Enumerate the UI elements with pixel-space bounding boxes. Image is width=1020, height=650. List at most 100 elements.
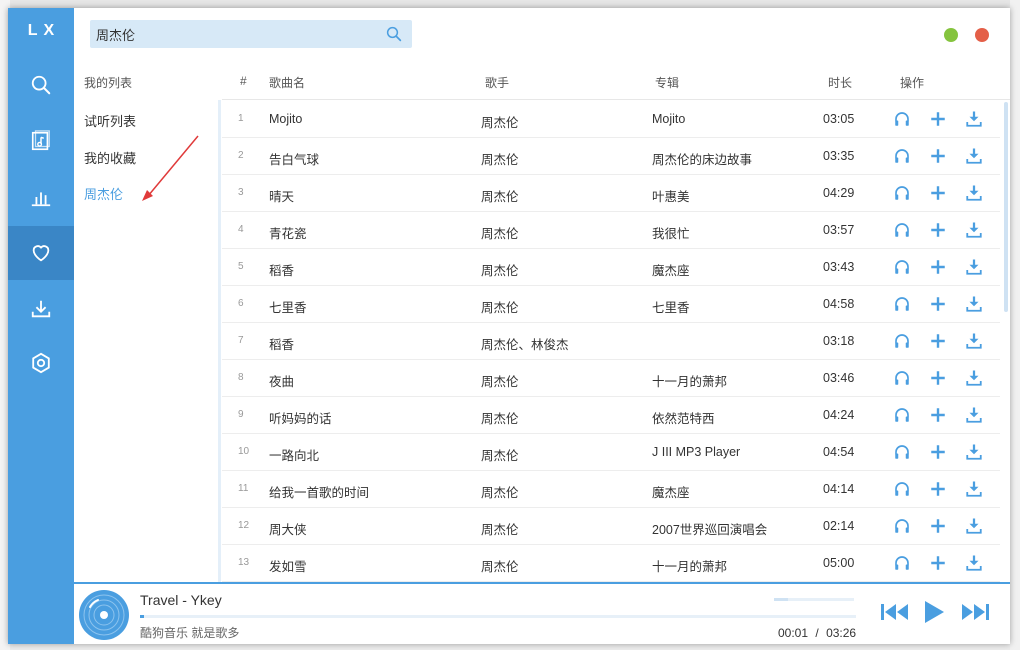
download-song-button[interactable] [964,109,984,129]
download-song-button[interactable] [964,405,984,425]
app-window: LX 我的列表 试听列表 我的 [8,8,1010,644]
rail-leaderboard-button[interactable] [8,170,74,224]
prev-button[interactable] [878,598,912,626]
table-row[interactable]: 5 稻香 周杰伦 魔杰座 03:43 [222,249,1000,286]
play-song-button[interactable] [892,331,912,351]
row-actions [892,331,984,351]
play-song-button[interactable] [892,146,912,166]
download-song-button[interactable] [964,331,984,351]
row-singer: 周杰伦 [481,301,519,315]
table-row[interactable]: 8 夜曲 周杰伦 十一月的萧邦 03:46 [222,360,1000,397]
add-song-button[interactable] [928,368,948,388]
hexagon-settings-icon [32,352,50,374]
desktop-background-right [1010,0,1020,650]
play-song-button[interactable] [892,479,912,499]
table-row[interactable]: 11 给我一首歌的时间 周杰伦 魔杰座 04:14 [222,471,1000,508]
row-actions [892,257,984,277]
add-song-button[interactable] [928,294,948,314]
add-song-button[interactable] [928,516,948,536]
add-song-button[interactable] [928,257,948,277]
next-button[interactable] [958,598,992,626]
add-song-button[interactable] [928,405,948,425]
row-duration: 03:18 [823,334,855,348]
download-song-button[interactable] [964,442,984,462]
search-button[interactable] [380,20,408,48]
add-song-button[interactable] [928,479,948,499]
row-actions [892,516,984,536]
table-row[interactable]: 3 晴天 周杰伦 叶惠美 04:29 [222,175,1000,212]
download-song-button[interactable] [964,516,984,536]
add-song-button[interactable] [928,553,948,573]
rail-download-button[interactable] [8,282,74,336]
table-row[interactable]: 9 听妈妈的话 周杰伦 依然范特西 04:24 [222,397,1000,434]
add-icon [931,556,945,570]
close-button[interactable] [975,28,989,42]
row-singer: 周杰伦 [481,412,519,426]
table-scrollbar[interactable] [1004,102,1008,312]
header-ops: 操作 [900,76,925,90]
play-song-button[interactable] [892,405,912,425]
play-song-button[interactable] [892,257,912,277]
play-song-button[interactable] [892,183,912,203]
row-num: 6 [238,298,244,309]
table-row[interactable]: 1 Mojito 周杰伦 Mojito 03:05 [222,101,1000,138]
headphones-icon [895,556,909,570]
rail-mylist-button[interactable] [8,226,74,280]
rail-settings-button[interactable] [8,336,74,390]
row-duration: 03:05 [823,112,855,126]
row-song-name: 一路向北 [269,449,320,463]
table-row[interactable]: 2 告白气球 周杰伦 周杰伦的床边故事 03:35 [222,138,1000,175]
add-song-button[interactable] [928,331,948,351]
row-singer: 周杰伦 [481,560,519,574]
play-song-button[interactable] [892,220,912,240]
row-album: 七里香 [652,301,690,315]
play-song-button[interactable] [892,442,912,462]
minimize-button[interactable] [944,28,958,42]
search-input[interactable] [90,20,380,48]
add-song-button[interactable] [928,220,948,240]
row-duration: 03:46 [823,371,855,385]
download-song-button[interactable] [964,257,984,277]
play-song-button[interactable] [892,294,912,314]
progress-bar[interactable] [140,615,856,618]
rail-songlist-button[interactable] [8,114,74,168]
add-icon [931,149,945,163]
volume-fill [774,598,789,601]
add-icon [931,334,945,348]
play-icon [925,601,944,623]
play-song-button[interactable] [892,553,912,573]
table-row[interactable]: 13 发如雪 周杰伦 十一月的萧邦 05:00 [222,545,1000,582]
album-disc-icon[interactable] [78,589,130,641]
download-song-button[interactable] [964,220,984,240]
play-song-button[interactable] [892,516,912,536]
table-row[interactable]: 7 稻香 周杰伦、林俊杰 03:18 [222,323,1000,360]
row-actions [892,368,984,388]
rail-search-button[interactable] [8,58,74,112]
add-song-button[interactable] [928,109,948,129]
download-song-button[interactable] [964,368,984,388]
headphones-icon [895,371,909,385]
table-row[interactable]: 12 周大侠 周杰伦 2007世界巡回演唱会 02:14 [222,508,1000,545]
download-song-button[interactable] [964,479,984,499]
table-row[interactable]: 6 七里香 周杰伦 七里香 04:58 [222,286,1000,323]
download-icon [966,481,982,497]
download-song-button[interactable] [964,183,984,203]
add-song-button[interactable] [928,146,948,166]
table-row[interactable]: 10 一路向北 周杰伦 J III MP3 Player 04:54 [222,434,1000,471]
table-row[interactable]: 4 青花瓷 周杰伦 我很忙 03:57 [222,212,1000,249]
add-song-button[interactable] [928,183,948,203]
row-num: 4 [238,224,244,235]
play-button[interactable] [917,598,951,626]
row-num: 10 [238,446,250,457]
add-song-button[interactable] [928,442,948,462]
download-song-button[interactable] [964,553,984,573]
play-song-button[interactable] [892,368,912,388]
row-album: 周杰伦的床边故事 [652,153,753,167]
download-song-button[interactable] [964,146,984,166]
download-song-button[interactable] [964,294,984,314]
play-song-button[interactable] [892,109,912,129]
row-singer: 周杰伦 [481,116,519,130]
volume-bar[interactable] [774,598,854,601]
row-duration: 03:35 [823,149,855,163]
download-icon [966,296,982,312]
